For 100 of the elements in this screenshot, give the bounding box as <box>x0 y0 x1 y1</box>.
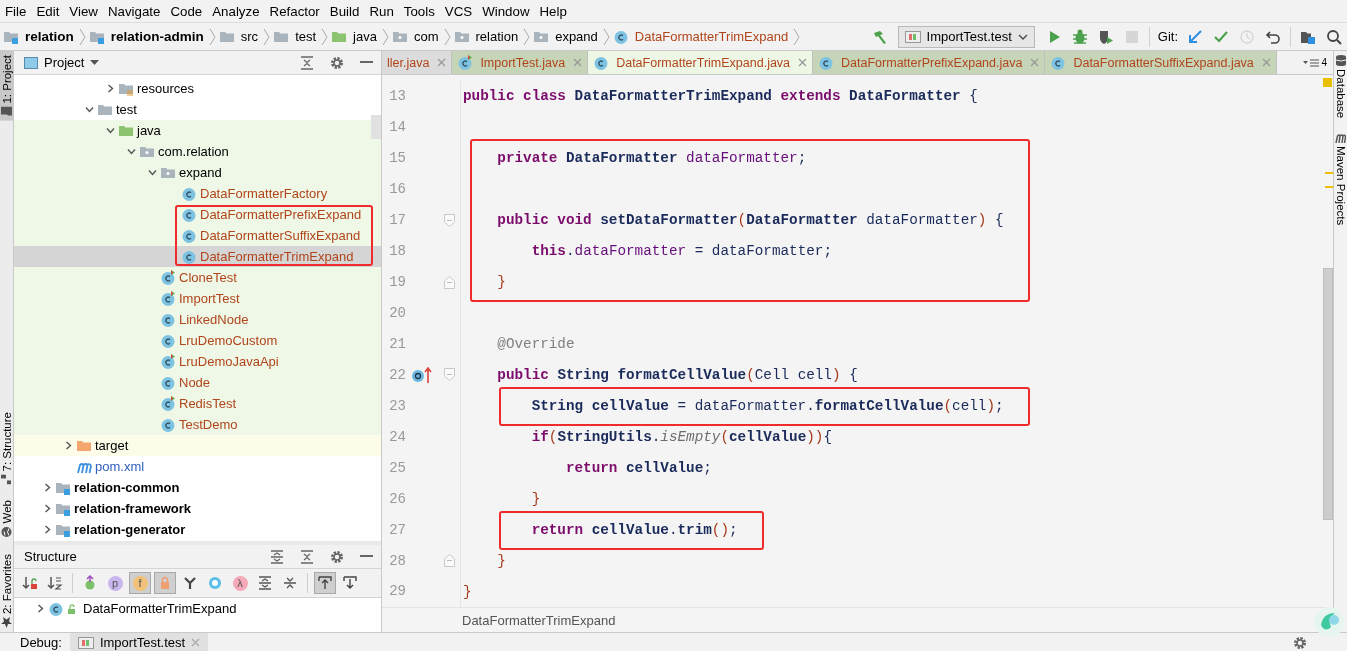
tree-item[interactable]: LruDemoCustom <box>14 330 381 351</box>
close-icon[interactable] <box>798 58 808 67</box>
fold-marker-icon[interactable] <box>443 275 455 289</box>
tree-item[interactable]: pom.xml <box>14 456 381 477</box>
breadcrumb-item[interactable]: relation <box>0 28 76 45</box>
git-label: Git: <box>1156 29 1179 44</box>
search-icon[interactable] <box>1326 28 1342 45</box>
collapse-all-icon[interactable] <box>300 549 314 564</box>
tree-item[interactable]: RedisTest <box>14 393 381 414</box>
settings-icon[interactable] <box>330 549 344 564</box>
settings-icon[interactable] <box>1293 635 1307 650</box>
code-line: } <box>530 490 541 509</box>
test-class-icon <box>160 395 176 412</box>
tree-item[interactable]: relation-common <box>14 477 381 498</box>
undo-icon[interactable] <box>1265 28 1281 45</box>
menu-item[interactable]: VCS <box>439 3 478 19</box>
debug-tab[interactable]: ImportTest.test <box>69 633 209 651</box>
collapse-all-icon[interactable] <box>300 55 314 70</box>
chevron-icon[interactable] <box>42 504 52 513</box>
tree-item[interactable]: test <box>14 99 381 120</box>
menu-item[interactable]: Tools <box>398 3 440 19</box>
tree-item[interactable]: LinkedNode <box>14 309 381 330</box>
caret-icon[interactable] <box>90 60 100 65</box>
chevron-icon[interactable] <box>84 105 94 114</box>
tree-item[interactable]: DataFormatterTrimExpand <box>14 246 381 267</box>
tree-item[interactable]: com.relation <box>14 141 381 162</box>
tool-window-tab[interactable]: Web <box>0 496 13 542</box>
tree-item[interactable]: TestDemo <box>14 414 381 435</box>
expand-all-icon[interactable] <box>270 549 284 564</box>
settings-icon[interactable] <box>330 55 344 70</box>
breadcrumb-item[interactable]: DataFormatterTrimExpand <box>609 28 791 45</box>
panel-title[interactable]: Project <box>44 55 85 70</box>
editor-tab[interactable]: ller.java <box>382 51 453 74</box>
breadcrumb-item[interactable]: src <box>215 28 261 45</box>
tree-item[interactable]: target <box>14 435 381 456</box>
chevron-icon[interactable] <box>42 525 52 534</box>
hidden-tabs-button[interactable]: 4 <box>1303 51 1333 74</box>
scrollbar-thumb[interactable] <box>371 115 381 139</box>
fold-marker-icon[interactable] <box>443 213 455 227</box>
menu-item[interactable]: Help <box>534 3 572 19</box>
tree-item[interactable]: resources <box>14 78 381 99</box>
minimize-icon[interactable] <box>360 61 373 64</box>
tool-window-tab[interactable]: 7: Structure <box>0 408 13 489</box>
tree-item[interactable]: relation-framework <box>14 498 381 519</box>
menu-item[interactable]: Run <box>364 3 399 19</box>
tool-window-tab[interactable]: 1: Project <box>0 51 13 121</box>
tree-item[interactable]: relation-generator <box>14 519 381 540</box>
editor-tab[interactable]: DataFormatterPrefixExpand.java <box>813 51 1046 74</box>
breadcrumb-item[interactable]: relation-admin <box>85 28 206 45</box>
menu-item[interactable]: File <box>0 3 32 19</box>
fold-marker-icon[interactable] <box>443 554 455 568</box>
breadcrumb-item[interactable]: relation <box>450 28 521 45</box>
tool-window-tab[interactable]: 2: Favorites <box>0 549 13 632</box>
tree-item[interactable]: expand <box>14 162 381 183</box>
tool-window-tab[interactable]: Database <box>1334 51 1347 123</box>
tree-item[interactable]: ImportTest <box>14 288 381 309</box>
breadcrumb-separator-icon <box>523 26 531 47</box>
tool-window-tab[interactable]: Maven Projects <box>1334 130 1347 230</box>
breadcrumb-item[interactable]: com <box>388 28 441 45</box>
menu-item[interactable]: Edit <box>31 3 65 19</box>
folder-icon <box>1 106 12 117</box>
menu-item[interactable]: Navigate <box>102 3 166 19</box>
fold-marker-icon[interactable] <box>443 368 455 382</box>
minimize-icon[interactable] <box>360 555 373 558</box>
tree-item[interactable]: CloneTest <box>14 267 381 288</box>
toolbar-button[interactable]: f <box>129 572 151 594</box>
chevron-icon[interactable] <box>35 604 45 613</box>
line-number: 24 <box>388 427 406 447</box>
tree-item[interactable]: DataFormatterSuffixExpand <box>14 225 381 246</box>
breadcrumb-item[interactable]: test <box>270 28 319 45</box>
toolbar-button[interactable] <box>314 572 336 594</box>
tree-item[interactable]: Node <box>14 372 381 393</box>
shield-run-icon[interactable] <box>1097 28 1114 45</box>
chevron-icon[interactable] <box>105 84 115 93</box>
editor-tab[interactable]: ImportTest.java <box>452 51 589 74</box>
chevron-icon[interactable] <box>42 483 52 492</box>
override-icon[interactable] <box>411 365 433 384</box>
menu-item[interactable]: View <box>64 3 103 19</box>
arrow-icon[interactable] <box>1187 28 1203 45</box>
scrollbar-thumb[interactable] <box>1323 268 1333 520</box>
menu-item[interactable]: Analyze <box>207 3 265 19</box>
tree-item[interactable]: java <box>14 120 381 141</box>
menu-item[interactable]: Code <box>165 3 208 19</box>
chevron-icon[interactable] <box>147 168 157 177</box>
editor-tab[interactable]: DataFormatterTrimExpand.java <box>588 51 814 74</box>
chevron-icon[interactable] <box>63 441 73 450</box>
breadcrumb-item[interactable]: java <box>328 28 379 45</box>
menu-item[interactable]: Window <box>477 3 535 19</box>
menu-item[interactable]: Build <box>324 3 365 19</box>
run-config-dropdown[interactable]: ImportTest.test <box>897 25 1035 48</box>
breadcrumb-item[interactable]: expand <box>530 28 600 45</box>
chevron-icon[interactable] <box>126 147 136 156</box>
editor-tab[interactable]: DataFormatterSuffixExpand.java <box>1045 51 1277 74</box>
chevron-icon[interactable] <box>105 126 115 135</box>
menu-item[interactable]: Refactor <box>264 3 325 19</box>
tree-item[interactable]: LruDemoJavaApi <box>14 351 381 372</box>
tree-item[interactable]: DataFormatterFactory <box>14 183 381 204</box>
breadcrumb-item[interactable]: DataFormatterTrimExpand <box>462 612 616 628</box>
bug-icon[interactable] <box>1071 28 1088 45</box>
tree-item[interactable]: DataFormatterPrefixExpand <box>14 204 381 225</box>
